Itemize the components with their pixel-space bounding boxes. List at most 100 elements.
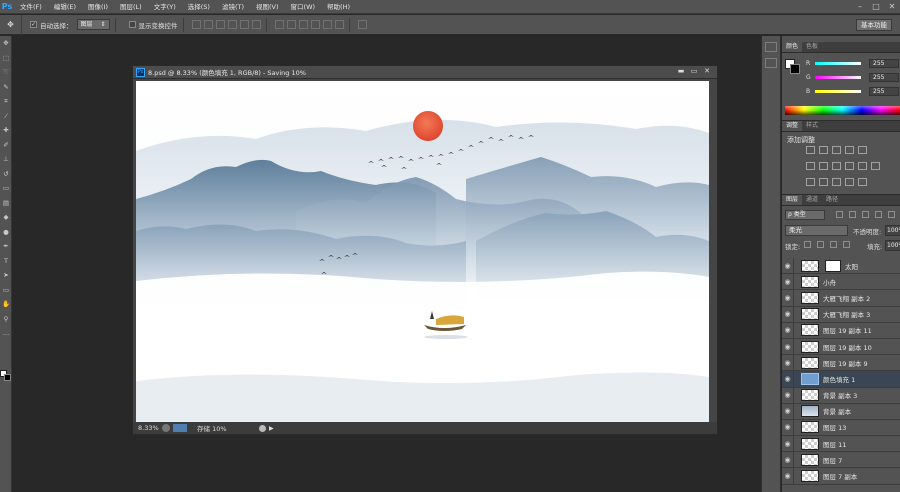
eraser-tool-icon[interactable]: ▭ — [0, 181, 12, 196]
maximize-button[interactable]: □ — [868, 0, 884, 14]
layer-row[interactable]: ◉ 图层 13 — [782, 419, 900, 437]
filter-shape-icon[interactable] — [875, 211, 882, 218]
channel-mixer-icon[interactable] — [845, 162, 854, 170]
zoom-level[interactable]: 8.33% — [138, 424, 162, 432]
brightness-contrast-icon[interactable] — [806, 146, 815, 154]
status-info-icon[interactable] — [162, 424, 170, 432]
opacity-field[interactable]: 100% — [885, 225, 900, 236]
canvas-ink-landscape[interactable] — [136, 81, 709, 422]
menu-edit[interactable]: 编辑(E) — [48, 0, 82, 14]
levels-icon[interactable] — [819, 146, 828, 154]
fill-field[interactable]: 100% — [885, 240, 900, 251]
posterize-icon[interactable] — [819, 178, 828, 186]
doc-minimize-button[interactable]: ▬ — [675, 67, 687, 77]
grid-icon[interactable] — [871, 162, 880, 170]
layer-row[interactable]: ◉ 图层 7 副本 — [782, 468, 900, 485]
auto-select-checkbox[interactable]: ✓ — [30, 21, 37, 28]
move-tool-icon[interactable]: ✥ — [0, 36, 12, 51]
zoom-tool-icon[interactable]: ⚲ — [0, 312, 12, 327]
tab-layers[interactable]: 图层 — [782, 195, 803, 205]
layer-row[interactable]: ◉ 太阳 — [782, 257, 900, 275]
layer-row[interactable]: ◉ 图层 19 副本 10 — [782, 338, 900, 356]
tab-styles[interactable]: 样式 — [802, 121, 822, 131]
more-tools-icon[interactable]: … — [0, 326, 12, 341]
move-tool-preset-icon[interactable]: ✥ — [0, 14, 22, 35]
photo-filter-icon[interactable] — [832, 162, 841, 170]
threshold-icon[interactable] — [832, 178, 841, 186]
gradient-map-icon[interactable] — [858, 178, 867, 186]
properties-panel-icon[interactable] — [765, 58, 777, 68]
lock-image-icon[interactable] — [817, 241, 824, 248]
visibility-eye-icon[interactable]: ◉ — [782, 370, 794, 387]
eyedropper-tool-icon[interactable]: ⁄ — [0, 109, 12, 124]
distribute-top-icon[interactable] — [274, 20, 284, 29]
marquee-tool-icon[interactable]: ⬚ — [0, 51, 12, 66]
blend-mode-dropdown[interactable]: 柔光 — [785, 225, 848, 236]
blue-value-field[interactable]: 255 — [869, 86, 899, 96]
menu-window[interactable]: 窗口(W) — [285, 0, 322, 14]
dodge-tool-icon[interactable]: ● — [0, 225, 12, 240]
visibility-eye-icon[interactable]: ◉ — [782, 354, 794, 371]
align-left-icon[interactable] — [227, 20, 237, 29]
quick-select-tool-icon[interactable]: ✎ — [0, 80, 12, 95]
tab-channels[interactable]: 通道 — [802, 195, 822, 205]
align-bottom-icon[interactable] — [215, 20, 225, 29]
type-tool-icon[interactable]: T — [0, 254, 12, 269]
visibility-eye-icon[interactable]: ◉ — [782, 322, 794, 339]
menu-file[interactable]: 文件(F) — [14, 0, 48, 14]
visibility-eye-icon[interactable]: ◉ — [782, 387, 794, 404]
blur-tool-icon[interactable]: ◆ — [0, 210, 12, 225]
layer-row[interactable]: ◉ 大雁飞翔 副本 2 — [782, 289, 900, 307]
filter-smart-object-icon[interactable] — [888, 211, 895, 218]
shape-tool-icon[interactable]: ▭ — [0, 283, 12, 298]
layer-row[interactable]: ◉ 图层 11 — [782, 435, 900, 453]
layer-row[interactable]: ◉ 图层 19 副本 9 — [782, 354, 900, 372]
menu-filter[interactable]: 滤镜(T) — [216, 0, 250, 14]
green-value-field[interactable]: 255 — [869, 72, 899, 82]
pen-tool-icon[interactable]: ✒ — [0, 239, 12, 254]
align-middle-icon[interactable] — [203, 20, 213, 29]
clone-stamp-tool-icon[interactable]: ⊥ — [0, 152, 12, 167]
healing-brush-tool-icon[interactable]: ✚ — [0, 123, 12, 138]
auto-select-dropdown[interactable]: 图层 ⇕ — [76, 19, 110, 30]
black-white-icon[interactable] — [819, 162, 828, 170]
filter-type-icon[interactable] — [862, 211, 869, 218]
visibility-eye-icon[interactable]: ◉ — [782, 306, 794, 323]
distribute-right-icon[interactable] — [334, 20, 344, 29]
invert-icon[interactable] — [806, 178, 815, 186]
layer-row[interactable]: ◉ 大雁飞翔 副本 3 — [782, 306, 900, 323]
panel-background-swatch[interactable] — [790, 64, 800, 74]
color-balance-icon[interactable] — [806, 162, 815, 170]
color-spectrum-bar[interactable] — [785, 106, 900, 115]
distribute-middle-icon[interactable] — [286, 20, 296, 29]
auto-align-icon[interactable] — [357, 20, 367, 29]
hand-tool-icon[interactable]: ✋ — [0, 297, 12, 312]
doc-maximize-button[interactable]: ▭ — [688, 67, 700, 77]
tab-swatches[interactable]: 色板 — [802, 42, 822, 52]
status-menu-arrow-icon[interactable]: ▶ — [269, 425, 274, 432]
tab-paths[interactable]: 路径 — [822, 195, 842, 205]
lock-position-icon[interactable] — [830, 241, 837, 248]
selective-color-icon[interactable] — [845, 178, 854, 186]
red-slider[interactable] — [815, 61, 861, 65]
red-value-field[interactable]: 255 — [869, 58, 899, 68]
visibility-eye-icon[interactable]: ◉ — [782, 403, 794, 420]
filter-pixel-icon[interactable] — [836, 211, 843, 218]
menu-help[interactable]: 帮助(H) — [321, 0, 356, 14]
tab-adjustments[interactable]: 调整 — [782, 121, 803, 131]
layer-row[interactable]: ◉ 背景 副本 — [782, 403, 900, 420]
green-slider[interactable] — [815, 75, 861, 79]
layer-mask-thumbnail[interactable] — [825, 259, 841, 272]
layer-row[interactable]: ◉ 图层 19 副本 11 — [782, 322, 900, 339]
menu-layer[interactable]: 图层(L) — [114, 0, 148, 14]
lock-transparent-icon[interactable] — [804, 241, 811, 248]
crop-tool-icon[interactable]: ⌗ — [0, 94, 12, 109]
vibrance-icon[interactable] — [858, 146, 867, 154]
gradient-tool-icon[interactable]: ▤ — [0, 196, 12, 211]
visibility-eye-icon[interactable]: ◉ — [782, 273, 794, 290]
color-lookup-icon[interactable] — [858, 162, 867, 170]
menu-select[interactable]: 选择(S) — [182, 0, 216, 14]
background-color-swatch[interactable] — [4, 374, 11, 381]
filter-adjustment-icon[interactable] — [849, 211, 856, 218]
history-brush-tool-icon[interactable]: ↺ — [0, 167, 12, 182]
